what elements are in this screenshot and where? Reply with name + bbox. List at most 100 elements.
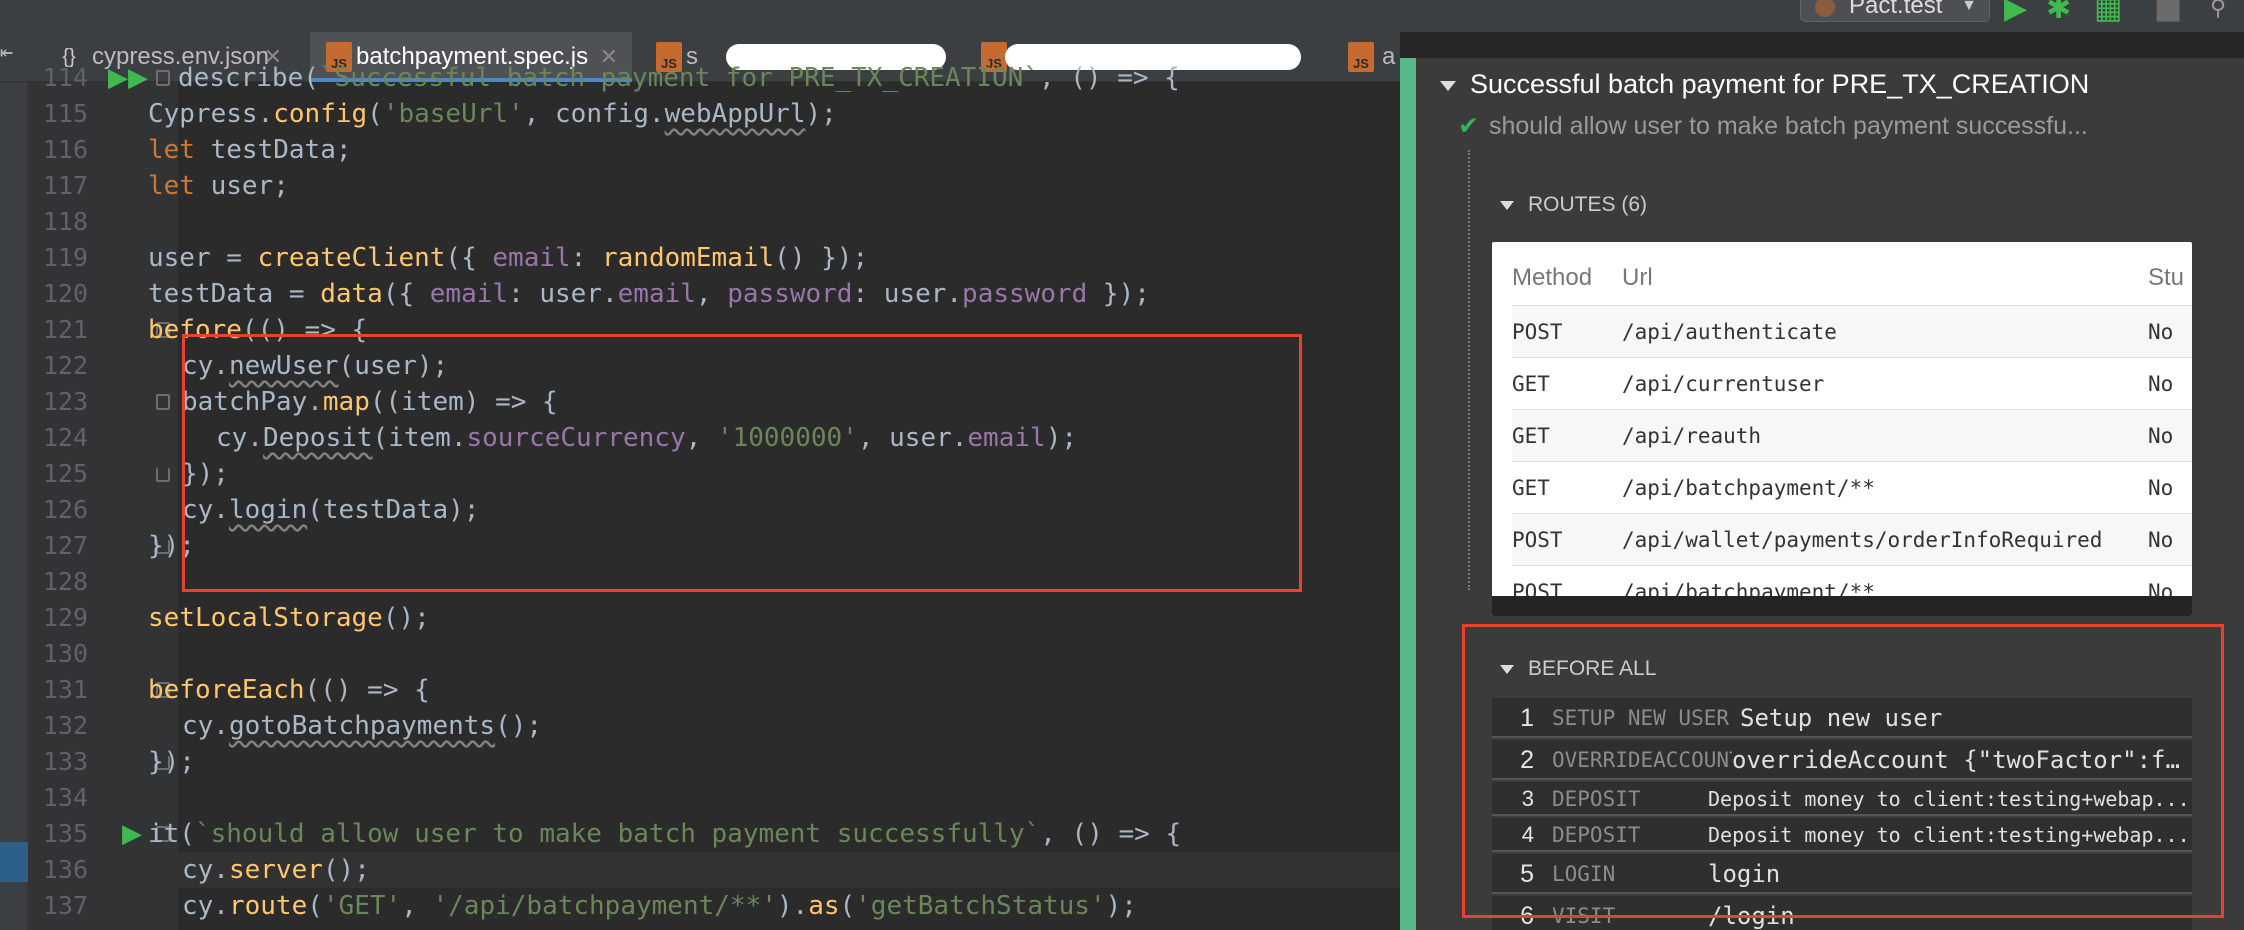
stop-icon[interactable]: ■ — [2154, 0, 2182, 24]
line-number: 127 — [42, 531, 88, 560]
code-text: cy.route('GET', '/api/batchpayment/**').… — [182, 891, 1137, 921]
line-number: 122 — [42, 351, 88, 380]
run-configuration-dropdown[interactable]: Pact.test ▼ — [1800, 0, 1990, 22]
command-message: login — [1708, 860, 1781, 888]
code-text: let testData; — [148, 135, 352, 165]
check-icon: ✔ — [1458, 111, 1479, 140]
line-number: 114 — [42, 63, 88, 92]
code-line[interactable]: 116 let testData; — [43, 132, 1400, 168]
code-line[interactable]: 119 user = createClient({ email: randomE… — [43, 240, 1400, 276]
run-test-icon[interactable]: ▶▶ — [108, 60, 148, 96]
code-line[interactable]: 131 beforeEach(() => { — [43, 672, 1400, 708]
code-line[interactable]: 133 }); — [43, 744, 1400, 780]
route-url: /api/reauth — [1622, 424, 1762, 448]
code-line[interactable]: 126 cy.login(testData); — [43, 492, 1400, 528]
test-title[interactable]: ✔ should allow user to make batch payment… — [1458, 108, 2088, 144]
code-text: batchPay.map((item) => { — [182, 387, 558, 417]
code-line[interactable]: 115 Cypress.config('baseUrl', config.web… — [43, 96, 1400, 132]
code-text: }); — [148, 531, 195, 561]
table-scrollbar[interactable] — [1492, 596, 2192, 616]
run-test-icon[interactable]: ▶ — [122, 816, 142, 852]
suite-title-text: Successful batch payment for PRE_TX_CREA… — [1470, 69, 2090, 99]
before-all-section-toggle[interactable]: BEFORE ALL — [1500, 654, 1656, 684]
code-text: cy.server(); — [182, 855, 370, 885]
code-line-current[interactable]: 136 cy.server(); — [43, 852, 1400, 888]
command-row[interactable]: 6 VISIT /login — [1492, 896, 2192, 930]
command-number: 3 — [1521, 786, 1534, 811]
line-number: 123 — [42, 387, 88, 416]
command-number: 1 — [1520, 704, 1534, 732]
runner-body: Successful batch payment for PRE_TX_CREA… — [1400, 58, 2244, 930]
command-number: 5 — [1520, 860, 1534, 888]
code-line[interactable]: 117 let user; — [43, 168, 1400, 204]
code-line[interactable]: 127 }); — [43, 528, 1400, 564]
code-line[interactable]: 134 — [43, 780, 1400, 816]
code-text: setLocalStorage(); — [148, 603, 430, 633]
command-row[interactable]: 5 LOGIN login — [1492, 854, 2192, 894]
bug-icon[interactable]: ✱ — [2046, 0, 2071, 24]
code-line[interactable]: 123 batchPay.map((item) => { — [43, 384, 1400, 420]
line-number: 120 — [42, 279, 88, 308]
table-row: GET /api/batchpayment/** No — [1512, 462, 2192, 514]
play-icon[interactable]: ▶ — [2004, 0, 2027, 24]
code-line[interactable]: 122 cy.newUser(user); — [43, 348, 1400, 384]
code-line[interactable]: 114 ▶▶ describe(`Successful batch paymen… — [43, 60, 1400, 96]
code-line[interactable]: 120 testData = data({ email: user.email,… — [43, 276, 1400, 312]
code-line[interactable]: 132 cy.gotoBatchpayments(); — [43, 708, 1400, 744]
caret-down-icon — [1440, 80, 1456, 91]
route-method: POST — [1512, 528, 1563, 552]
command-message: Deposit money to client:testing+webap... — [1708, 823, 2190, 847]
code-text: }); — [182, 459, 229, 489]
line-number: 128 — [42, 567, 88, 596]
route-url: /api/wallet/payments/orderInfoRequired — [1622, 528, 2103, 552]
code-editor[interactable]: 114 ▶▶ describe(`Successful batch paymen… — [43, 63, 1400, 930]
command-row[interactable]: 1 SETUP NEW USER Setup new user — [1492, 698, 2192, 738]
run-config-icon — [1815, 0, 1835, 17]
code-line[interactable]: 129 setLocalStorage(); — [43, 600, 1400, 636]
code-line[interactable]: 118 — [43, 204, 1400, 240]
route-stubbed: No — [2148, 476, 2174, 500]
line-number: 131 — [42, 675, 88, 704]
fold-icon[interactable] — [156, 70, 170, 86]
caret-down-icon — [1500, 200, 1514, 210]
code-line[interactable]: 137 cy.route('GET', '/api/batchpayment/*… — [43, 888, 1400, 924]
tab-scroll-left-icon[interactable]: ⇤ — [0, 40, 13, 65]
coverage-icon[interactable]: ▦ — [2094, 0, 2122, 24]
line-number: 132 — [42, 711, 88, 740]
line-number: 126 — [42, 495, 88, 524]
table-row: POST /api/authenticate No — [1512, 306, 2192, 358]
command-number: 6 — [1520, 902, 1534, 930]
command-name: VISIT — [1552, 904, 1616, 928]
code-line[interactable]: 121 before(() => { — [43, 312, 1400, 348]
line-number: 135 — [42, 819, 88, 848]
route-method: GET — [1512, 424, 1550, 448]
fold-icon[interactable] — [156, 394, 170, 410]
command-row[interactable]: 3 DEPOSIT Deposit money to client:testin… — [1492, 782, 2192, 816]
code-line[interactable]: 125 }); — [43, 456, 1400, 492]
line-number: 115 — [42, 99, 88, 128]
line-number: 137 — [42, 891, 88, 920]
command-name: OVERRIDEACCOUNT — [1552, 748, 1732, 772]
command-name: DEPOSIT — [1552, 787, 1641, 811]
command-name: LOGIN — [1552, 862, 1616, 886]
routes-section-toggle[interactable]: ROUTES (6) — [1500, 190, 1647, 220]
route-stubbed: No — [2148, 320, 2174, 344]
command-row[interactable]: 4 DEPOSIT Deposit money to client:testin… — [1492, 818, 2192, 852]
suite-title[interactable]: Successful batch payment for PRE_TX_CREA… — [1440, 66, 2089, 102]
code-line[interactable]: 128 — [43, 564, 1400, 600]
line-number: 125 — [42, 459, 88, 488]
fold-end-icon[interactable] — [156, 468, 170, 482]
code-line[interactable]: 124 cy.Deposit(item.sourceCurrency, '100… — [43, 420, 1400, 456]
code-text: beforeEach(() => { — [148, 675, 430, 705]
tool-window-strip — [0, 82, 28, 930]
search-everywhere-icon[interactable]: ⚲ — [2210, 0, 2226, 24]
code-line[interactable]: 130 — [43, 636, 1400, 672]
command-message: Setup new user — [1740, 704, 1943, 732]
command-message: Deposit money to client:testing+webap... — [1708, 787, 2190, 811]
route-url: /api/batchpayment/** — [1622, 476, 1875, 500]
code-text: }); — [148, 747, 195, 777]
code-line[interactable]: 135 ▶ it(`should allow user to make batc… — [43, 816, 1400, 852]
command-row[interactable]: 2 OVERRIDEACCOUNT overrideAccount {"twoF… — [1492, 740, 2192, 780]
line-number: 134 — [42, 783, 88, 812]
pass-status-rail — [1400, 58, 1416, 930]
